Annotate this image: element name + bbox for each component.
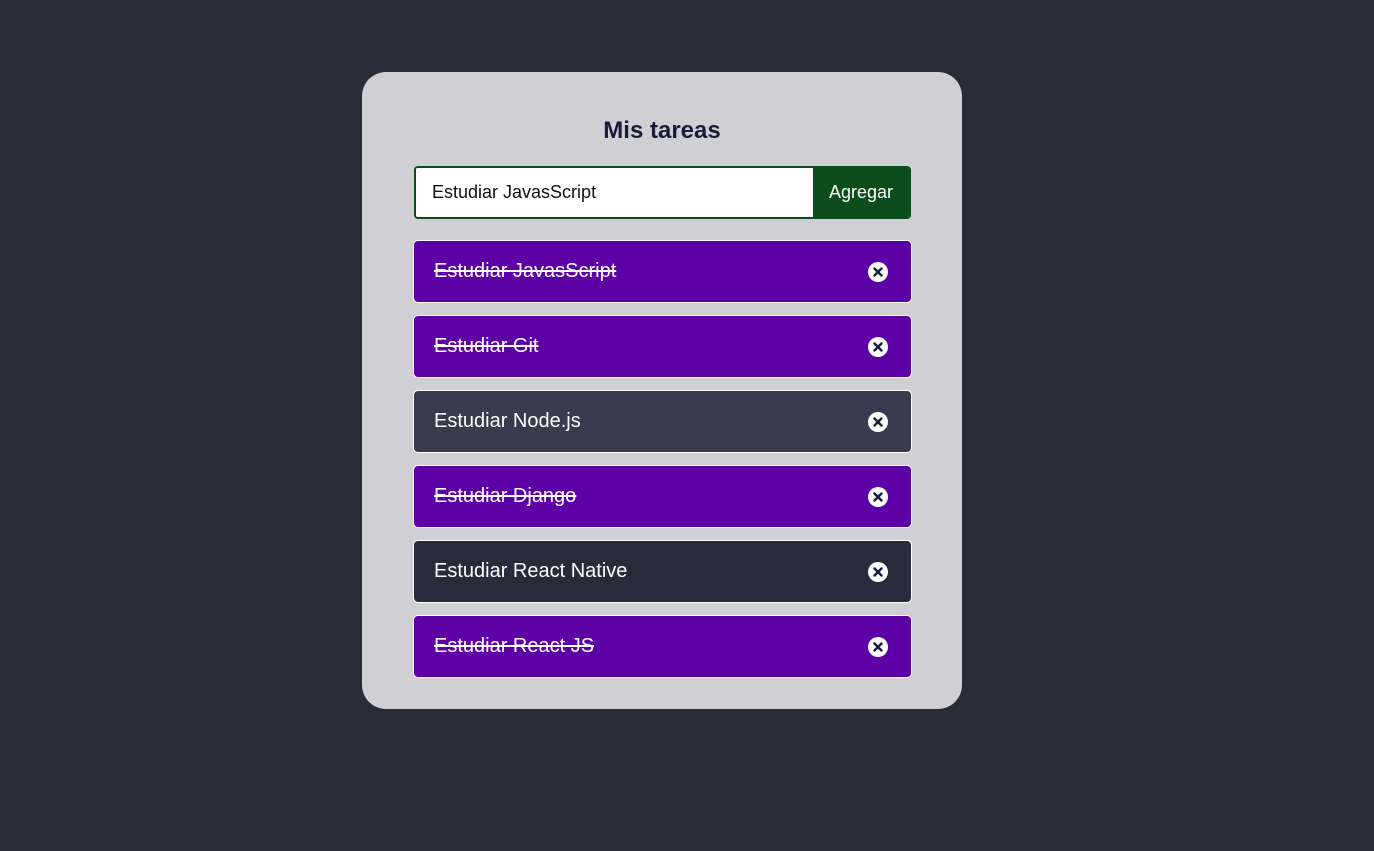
task-text: Estudiar Git <box>434 335 539 357</box>
task-text: Estudiar React Native <box>434 560 628 582</box>
delete-task-icon[interactable] <box>867 261 889 283</box>
task-text: Estudiar Node.js <box>434 410 581 432</box>
delete-task-icon[interactable] <box>867 486 889 508</box>
add-task-button[interactable]: Agregar <box>813 168 909 217</box>
delete-task-icon[interactable] <box>867 636 889 658</box>
task-form: Agregar <box>414 166 911 219</box>
task-item[interactable]: Estudiar React Native <box>413 540 912 603</box>
delete-task-icon[interactable] <box>867 411 889 433</box>
delete-task-icon[interactable] <box>867 336 889 358</box>
task-text: Estudiar JavasScript <box>434 260 617 282</box>
delete-task-icon[interactable] <box>867 561 889 583</box>
task-text: Estudiar React JS <box>434 635 595 657</box>
task-item[interactable]: Estudiar JavasScript <box>413 240 912 303</box>
task-list: Estudiar JavasScript Estudiar Git Estudi… <box>413 240 912 690</box>
task-item[interactable]: Estudiar Git <box>413 315 912 378</box>
task-item[interactable]: Estudiar React JS <box>413 615 912 678</box>
tasks-card: Mis tareas Agregar Estudiar JavasScript … <box>362 72 962 709</box>
task-input[interactable] <box>416 168 813 217</box>
task-item[interactable]: Estudiar Node.js <box>413 390 912 453</box>
task-text: Estudiar Django <box>434 485 577 507</box>
page-title: Mis tareas <box>603 117 721 144</box>
task-item[interactable]: Estudiar Django <box>413 465 912 528</box>
